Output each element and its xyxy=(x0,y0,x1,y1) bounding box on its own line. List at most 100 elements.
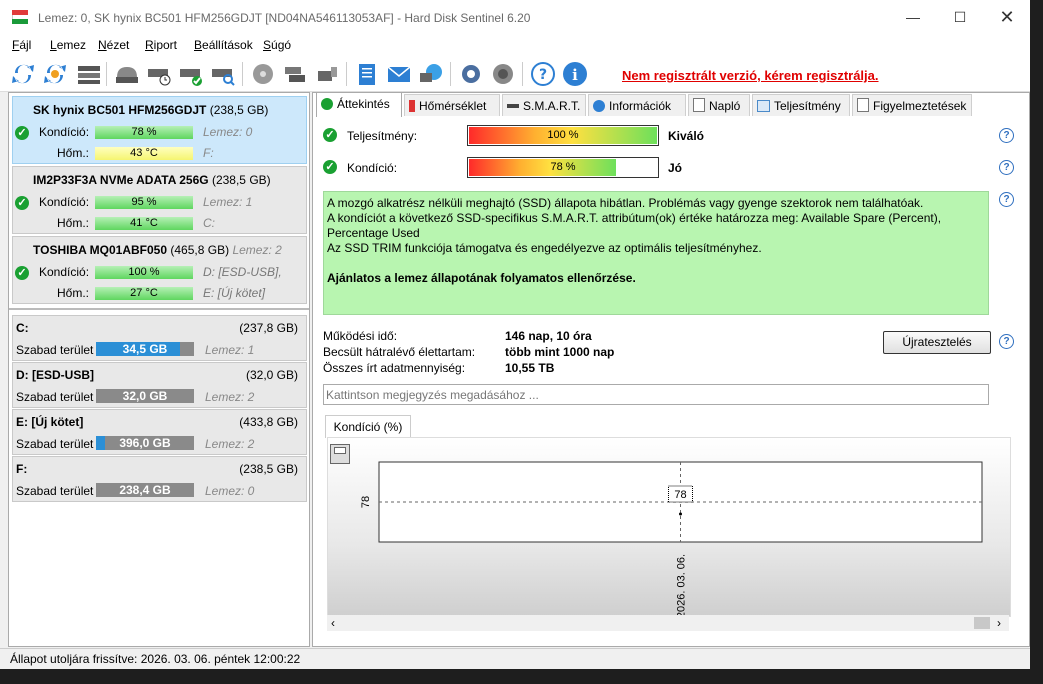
toolbar: ? i Nem regisztrált verzió, kérem regisz… xyxy=(0,56,1030,92)
disk-panel: SK hynix BC501 HFM256GDJT (238,5 GB) ✓ K… xyxy=(8,92,310,647)
data-label: 78 xyxy=(674,489,686,501)
note-input[interactable]: Kattintson megjegyzés megadásához ... xyxy=(323,384,989,405)
temperature-label: Hőm.: xyxy=(57,286,90,300)
status-ok-icon: ✓ xyxy=(15,196,29,210)
free-space-bar: 396,0 GB xyxy=(96,436,194,450)
scroll-left-icon[interactable]: ‹ xyxy=(331,615,335,631)
disk-info-icon[interactable] xyxy=(114,61,140,87)
check-icon xyxy=(321,98,333,110)
volume-item-f[interactable]: F: (238,5 GB) Szabad terület 238,4 GB Le… xyxy=(12,456,307,502)
tab-smart[interactable]: S.M.A.R.T. xyxy=(502,94,586,116)
scroll-right-icon[interactable]: › xyxy=(997,615,1001,631)
scroll-thumb[interactable] xyxy=(974,617,990,629)
toolbar-separator xyxy=(450,62,451,86)
menu-disk[interactable]: Lemez xyxy=(50,38,86,52)
tab-temperature[interactable]: Hőmérséklet xyxy=(404,94,500,116)
condition-chart: 78 2026. 03. 06. 78 xyxy=(327,437,1011,617)
performance-gauge: 100 % xyxy=(467,125,659,146)
disk-search-icon[interactable] xyxy=(210,61,236,87)
tab-log[interactable]: Napló xyxy=(688,94,750,116)
disk-list-icon[interactable] xyxy=(76,61,102,87)
disk-item-sk-hynix[interactable]: SK hynix BC501 HFM256GDJT (238,5 GB) ✓ K… xyxy=(12,96,307,164)
volume-disk: Lemez: 2 xyxy=(205,390,255,404)
volume-disk: Lemez: 2 xyxy=(205,437,255,451)
toolbar-separator xyxy=(106,62,107,86)
maximize-button[interactable]: ☐ xyxy=(937,0,983,34)
report-icon[interactable] xyxy=(354,61,380,87)
disk-schedule-icon[interactable] xyxy=(146,61,172,87)
volume-item-e[interactable]: E: [Új kötet] (433,8 GB) Szabad terület … xyxy=(12,409,307,455)
usb-drive-icon[interactable] xyxy=(314,61,340,87)
refresh-all-icon[interactable] xyxy=(42,61,68,87)
free-space-label: Szabad terület xyxy=(16,437,94,451)
free-space-label: Szabad terület xyxy=(16,343,94,357)
menu-view[interactable]: Nézet xyxy=(98,38,129,52)
disk-partitions: C: xyxy=(203,216,215,230)
disk-item-toshiba[interactable]: TOSHIBA MQ01ABF050 (465,8 GB) Lemez: 2 ✓… xyxy=(12,236,307,304)
disk-partitions: F: xyxy=(203,146,214,160)
close-button[interactable]: ✕ xyxy=(984,0,1030,34)
uptime-value: 146 nap, 10 óra xyxy=(505,329,592,343)
disk-name: SK hynix BC501 HFM256GDJT (238,5 GB) xyxy=(33,103,269,117)
recommendation: Ajánlatos a lemez állapotának folyamatos… xyxy=(327,271,636,285)
tab-condition-chart[interactable]: Kondíció (%) xyxy=(325,415,411,438)
condition-help-icon[interactable]: ? xyxy=(999,160,1014,175)
alerts-icon xyxy=(857,98,869,112)
temperature-bar: 43 °C xyxy=(95,147,193,160)
temperature-bar: 41 °C xyxy=(95,217,193,230)
condition-gauge: 78 % xyxy=(467,157,659,178)
refresh-icon[interactable] xyxy=(10,61,36,87)
volume-size: (237,8 GB) xyxy=(239,321,298,335)
tab-overview[interactable]: Áttekintés xyxy=(316,92,402,117)
free-space-label: Szabad terület xyxy=(16,390,94,404)
menu-bar: Fájl Lemez Nézet Riport Beállítások Súgó xyxy=(0,34,1030,56)
thermometer-icon xyxy=(409,100,415,112)
hdd-icon[interactable] xyxy=(250,61,276,87)
network-icon[interactable] xyxy=(418,61,444,87)
description-line: A kondíciót a következő SSD-specifikus S… xyxy=(327,211,942,225)
help-icon[interactable]: ? xyxy=(530,61,556,87)
volume-item-c[interactable]: C: (237,8 GB) Szabad terület 34,5 GB Lem… xyxy=(12,315,307,361)
disk-test-icon[interactable] xyxy=(178,61,204,87)
tab-information[interactable]: Információk xyxy=(588,94,686,116)
minimize-button[interactable]: — xyxy=(890,0,936,34)
chart-scrollbar[interactable]: ‹ › xyxy=(327,615,1009,631)
description-help-icon[interactable]: ? xyxy=(999,192,1014,207)
free-space-bar: 238,4 GB xyxy=(96,483,194,497)
info-icon[interactable]: i xyxy=(562,61,588,87)
gear-icon[interactable] xyxy=(458,61,484,87)
sound-icon[interactable] xyxy=(490,61,516,87)
status-ok-icon: ✓ xyxy=(15,126,29,140)
email-icon[interactable] xyxy=(386,61,412,87)
performance-icon xyxy=(757,100,770,112)
retest-button[interactable]: Újratesztelés xyxy=(883,331,991,354)
remaining-life-label: Becsült hátralévő élettartam: xyxy=(323,345,476,359)
condition-value: 78 % xyxy=(550,161,576,173)
menu-settings[interactable]: Beállítások xyxy=(194,38,253,52)
condition-label: Kondíció: xyxy=(39,195,90,209)
temperature-label: Hőm.: xyxy=(57,216,90,230)
chart-plot: 78 2026. 03. 06. 78 xyxy=(360,461,983,616)
menu-file[interactable]: Fájl xyxy=(12,38,31,52)
disk-index: Lemez: 0 xyxy=(203,125,253,139)
menu-report[interactable]: Riport xyxy=(145,38,177,52)
tab-alerts[interactable]: Figyelmeztetések xyxy=(852,94,972,116)
free-space-bar: 34,5 GB xyxy=(96,342,194,356)
condition-label: Kondíció: xyxy=(347,161,398,175)
volume-size: (238,5 GB) xyxy=(239,462,298,476)
volume-item-d[interactable]: D: [ESD-USB] (32,0 GB) Szabad terület 32… xyxy=(12,362,307,408)
unregistered-link[interactable]: Nem regisztrált verzió, kérem regisztrál… xyxy=(622,68,879,83)
disk-partitions: D: [ESD-USB], xyxy=(203,265,282,279)
performance-ok-icon: ✓ xyxy=(323,128,337,142)
disk-item-adata[interactable]: IM2P33F3A NVMe ADATA 256G (238,5 GB) ✓ K… xyxy=(12,166,307,234)
performance-label: Teljesítmény: xyxy=(347,129,418,143)
retest-help-icon[interactable]: ? xyxy=(999,334,1014,349)
menu-help[interactable]: Súgó xyxy=(263,38,291,52)
performance-rating: Kiváló xyxy=(668,129,705,143)
condition-rating: Jó xyxy=(668,161,683,175)
panel-divider xyxy=(9,308,309,310)
description-line: A mozgó alkatrész nélküli meghajtó (SSD)… xyxy=(327,196,924,210)
drives-icon[interactable] xyxy=(282,61,308,87)
tab-performance[interactable]: Teljesítmény xyxy=(752,94,850,116)
performance-help-icon[interactable]: ? xyxy=(999,128,1014,143)
